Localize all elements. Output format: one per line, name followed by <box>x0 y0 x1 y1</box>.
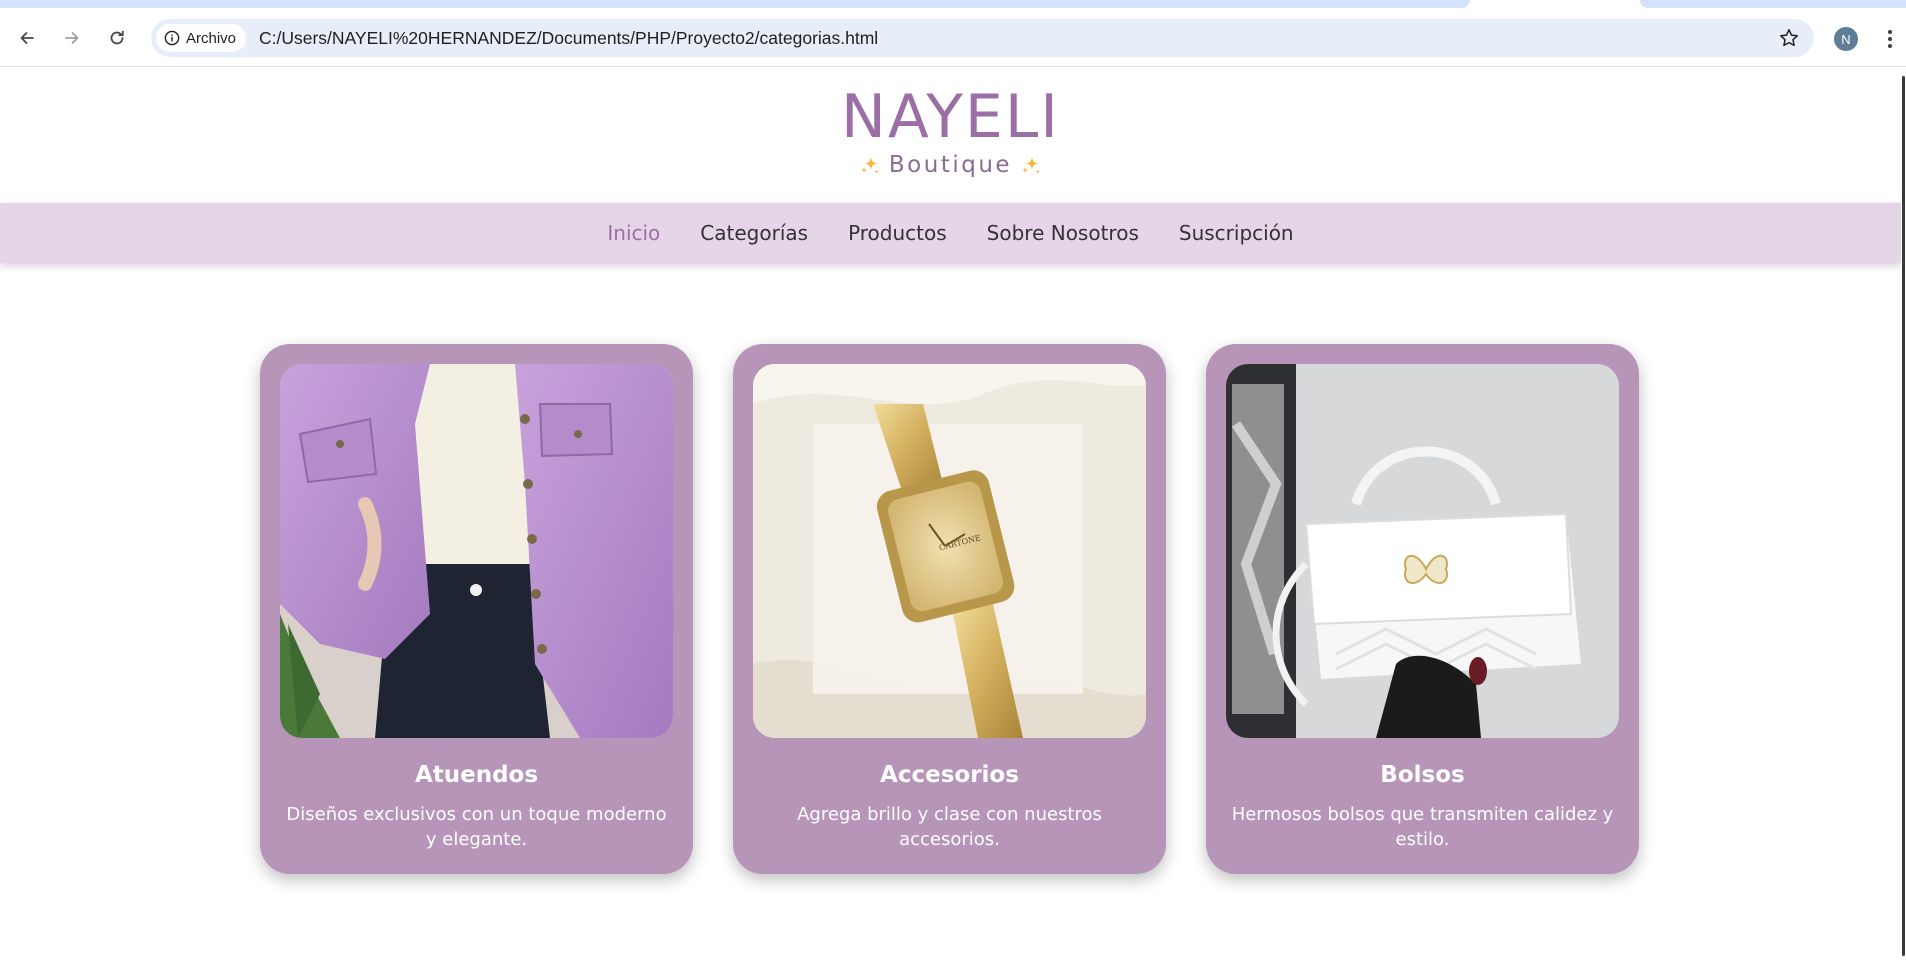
category-title: Bolsos <box>1380 762 1465 788</box>
category-card-atuendos[interactable]: Atuendos Diseños exclusivos con un toque… <box>260 344 693 874</box>
tagline: Boutique <box>0 152 1901 178</box>
url-text[interactable]: C:/Users/NAYELI%20HERNANDEZ/Documents/PH… <box>259 19 878 57</box>
reload-button[interactable] <box>102 23 132 53</box>
browser-tab[interactable] <box>0 0 1470 8</box>
page-viewport: NAYELI Boutique Inicio Categorías Produc… <box>0 68 1901 967</box>
purple-denim-jacket-photo <box>280 364 673 738</box>
nav-item-inicio[interactable]: Inicio <box>607 221 660 245</box>
category-description: Hermosos bolsos que transmiten calidez y… <box>1231 804 1614 850</box>
main-nav: Inicio Categorías Productos Sobre Nosotr… <box>0 203 1901 263</box>
page-scrollbar[interactable] <box>1901 68 1906 967</box>
forward-arrow-icon <box>65 32 79 44</box>
tab-strip <box>0 0 1906 10</box>
browser-tab[interactable] <box>1640 0 1906 8</box>
category-title: Accesorios <box>880 762 1019 788</box>
more-vert-icon[interactable] <box>1882 26 1898 52</box>
profile-avatar[interactable]: N <box>1834 27 1858 51</box>
category-card-accesorios[interactable]: CARTONE Accesorios Agrega brillo y clase… <box>733 344 1166 874</box>
category-description: Agrega brillo y clase con nuestros acces… <box>797 804 1102 850</box>
tagline-text: Boutique <box>888 152 1013 178</box>
category-card-bolsos[interactable]: Bolsos Hermosos bolsos que transmiten ca… <box>1206 344 1639 874</box>
bookmark-star-icon[interactable] <box>1778 27 1800 49</box>
category-title: Atuendos <box>414 762 539 788</box>
scrollbar-thumb[interactable] <box>1902 76 1905 956</box>
category-cards: Atuendos Diseños exclusivos con un toque… <box>260 344 1639 874</box>
address-bar[interactable]: Archivo C:/Users/NAYELI%20HERNANDEZ/Docu… <box>151 19 1814 57</box>
browser-toolbar: Archivo C:/Users/NAYELI%20HERNANDEZ/Docu… <box>0 10 1906 67</box>
forward-button[interactable] <box>57 23 87 53</box>
nav-item-suscripcion[interactable]: Suscripción <box>1179 221 1294 245</box>
brand-logo[interactable]: NAYELI <box>0 82 1901 152</box>
back-button[interactable] <box>12 23 42 53</box>
site-chip-label: Archivo <box>186 29 237 47</box>
category-description: Diseños exclusivos con un toque moderno … <box>286 804 667 850</box>
white-handbag-photo <box>1226 364 1619 738</box>
info-icon <box>164 30 180 46</box>
nav-item-categorias[interactable]: Categorías <box>700 221 808 245</box>
site-info-chip[interactable]: Archivo <box>156 24 247 52</box>
nav-item-productos[interactable]: Productos <box>848 221 947 245</box>
gold-watch-photo: CARTONE <box>753 364 1146 738</box>
sparkles-icon <box>1022 157 1040 174</box>
reload-icon <box>110 30 124 45</box>
back-arrow-icon <box>20 32 34 44</box>
sparkles-icon <box>860 157 879 174</box>
site-header: NAYELI Boutique <box>0 68 1901 203</box>
nav-item-sobre-nosotros[interactable]: Sobre Nosotros <box>987 221 1139 245</box>
